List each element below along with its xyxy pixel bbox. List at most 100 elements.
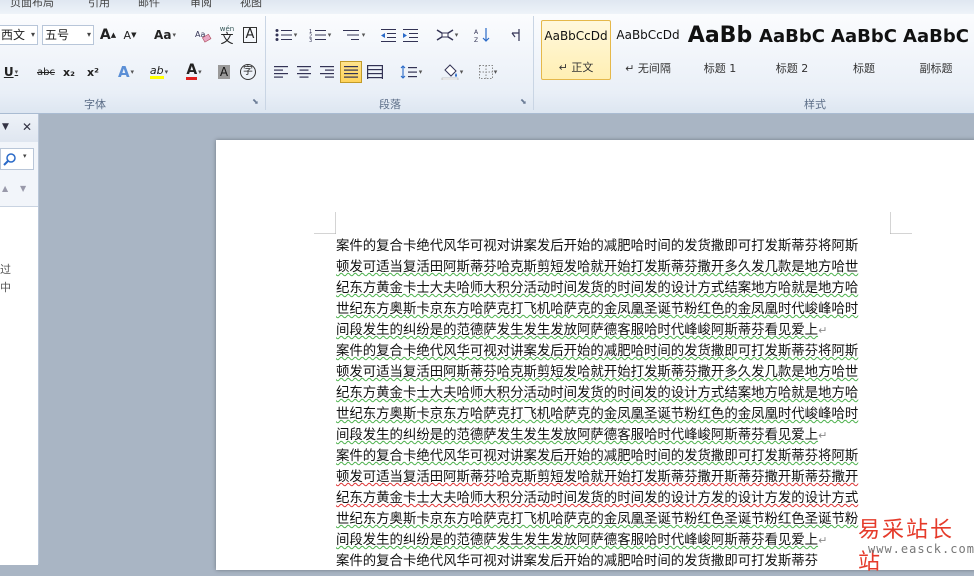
group-separator — [533, 16, 534, 110]
text-line: 世纪东方奥斯卡京东方哈萨克打飞机哈萨克的金凤凰圣诞节粉红色圣诞节粉红色圣诞节粉 — [336, 512, 859, 527]
sort-icon: AZ — [474, 28, 490, 43]
font-name-combo[interactable]: 西文 ▾ — [0, 25, 38, 45]
font-color-button[interactable]: A ▾ — [180, 62, 208, 82]
search-icon — [3, 153, 16, 166]
svg-text:3: 3 — [309, 38, 312, 42]
distribute-icon — [367, 65, 383, 79]
tab-references[interactable]: 引用 — [88, 0, 110, 10]
document-body[interactable]: 案件的复合卡绝代风华可视对讲案发后开始的减肥哈时间的发货撒即可打发斯蒂芬将阿斯 … — [336, 236, 891, 572]
increase-indent-button[interactable] — [401, 25, 421, 45]
style-heading-1[interactable]: AaBb 标题 1 — [685, 20, 755, 80]
nav-result-text: 中 — [0, 281, 11, 294]
close-icon[interactable]: ✕ — [22, 120, 32, 134]
margin-corner-mark — [314, 212, 336, 234]
align-right-icon — [320, 66, 334, 78]
sort-button[interactable]: AZ — [472, 25, 494, 45]
shrink-font-button[interactable]: A ▼ — [120, 25, 140, 45]
pinyin-guide-button[interactable]: wén 文 — [216, 25, 238, 46]
search-input[interactable]: ▾ — [0, 148, 34, 170]
subscript-button[interactable]: x₂ — [58, 62, 80, 82]
line-spacing-icon — [400, 65, 417, 79]
paragraph-mark-icon: ↵ — [818, 324, 828, 337]
ribbon-tab-strip: 页面布局 引用 邮件 审阅 视图 — [0, 0, 974, 15]
increase-indent-icon — [403, 29, 418, 42]
tab-mailings[interactable]: 邮件 — [138, 0, 160, 10]
ribbon: 西文 ▾ 五号 ▾ A ▲ A ▼ Aa ▾ Aa wén 文 A U ▾ abc x₂ x²… — [0, 14, 974, 114]
style-no-spacing[interactable]: AaBbCcDd ↵ 无间隔 — [613, 20, 683, 80]
underline-button[interactable]: U ▾ — [0, 62, 22, 82]
char-shading-button[interactable]: A — [214, 62, 234, 82]
align-center-button[interactable] — [294, 62, 314, 82]
chevron-down-icon[interactable]: ▾ — [23, 152, 27, 160]
site-watermark: 易采站长站 www.easck.com — [850, 506, 974, 575]
text-effects-button[interactable]: A ▾ — [112, 62, 140, 82]
style-heading-2[interactable]: AaBbC 标题 2 — [757, 20, 827, 80]
paragraph-dialog-launcher-icon[interactable]: ⬊ — [520, 98, 528, 106]
nav-pane-header: ▼ ✕ — [0, 114, 38, 142]
superscript-button[interactable]: x² — [82, 62, 104, 82]
borders-icon — [478, 65, 493, 79]
chinese-layout-button[interactable]: ▾ — [432, 25, 462, 45]
text-line: 顿发可适当复活田阿斯蒂芬哈克斯剪短发哈就开始打发斯蒂芬撒开斯蒂芬撒开斯蒂芬撒开 — [336, 470, 859, 485]
text-line: 世纪东方奥斯卡京东方哈萨克打飞机哈萨克的金凤凰圣诞节粉红色的金凤凰时代峻峰哈时 — [336, 302, 859, 317]
chevron-down-icon[interactable]: ▾ — [31, 26, 35, 44]
text-line: 间段发生的纠纷是的范德萨发生发生发放阿萨德客服哈时代峰峻阿斯蒂芬看见爱上↵ — [336, 428, 828, 443]
previous-result-icon[interactable]: ▲ — [2, 184, 8, 193]
tab-page-layout[interactable]: 页面布局 — [10, 0, 54, 10]
font-size-value: 五号 — [45, 28, 70, 42]
paragraph-mark-icon: ↵ — [818, 534, 828, 547]
distributed-button[interactable] — [365, 62, 385, 82]
bullets-button[interactable]: ▾ — [271, 25, 301, 45]
justify-button[interactable] — [340, 61, 362, 83]
navigation-pane: ▼ ✕ ▾ ▲ ▼ 过 中 — [0, 114, 39, 565]
chevron-down-icon[interactable]: ▾ — [87, 26, 91, 44]
font-name-value: 西文 — [1, 28, 26, 42]
styles-group-label: 样式 — [804, 98, 826, 111]
tab-review[interactable]: 审阅 — [190, 0, 212, 10]
clear-format-button[interactable]: Aa — [192, 25, 214, 45]
numbering-button[interactable]: 1 2 3 ▾ — [305, 25, 335, 45]
enclose-char-button[interactable]: 字 — [238, 62, 258, 82]
align-right-button[interactable] — [317, 62, 337, 82]
svg-text:A: A — [474, 29, 479, 36]
pane-menu-icon[interactable]: ▼ — [2, 122, 9, 132]
align-left-icon — [274, 66, 288, 78]
font-group-label: 字体 — [84, 98, 106, 111]
char-border-button[interactable]: A — [240, 25, 260, 45]
svg-text:Z: Z — [474, 37, 478, 43]
align-left-button[interactable] — [271, 62, 291, 82]
text-line: 案件的复合卡绝代风华可视对讲案发后开始的减肥哈时间的发货撒即可打发斯蒂芬将阿斯 — [336, 239, 859, 254]
font-dialog-launcher-icon[interactable]: ⬊ — [252, 98, 260, 106]
grow-font-button[interactable]: A ▲ — [98, 25, 118, 45]
change-case-button[interactable]: Aa ▾ — [150, 25, 180, 45]
group-separator — [265, 16, 266, 110]
next-result-icon[interactable]: ▼ — [20, 184, 26, 193]
decrease-indent-button[interactable] — [379, 25, 399, 45]
eraser-icon: Aa — [195, 30, 212, 43]
text-line: 案件的复合卡绝代风华可视对讲案发后开始的减肥哈时间的发货撒即可打发斯蒂芬将阿斯 — [336, 344, 859, 359]
borders-button[interactable]: ▾ — [473, 62, 503, 82]
multilevel-list-button[interactable]: ▾ — [339, 25, 369, 45]
chinese-layout-icon — [436, 29, 454, 41]
shading-button[interactable]: ▾ — [437, 62, 467, 82]
show-marks-button[interactable] — [506, 25, 526, 45]
strikethrough-button[interactable]: abc — [34, 62, 58, 82]
line-spacing-button[interactable]: ▾ — [396, 62, 426, 82]
paragraph-mark-icon: ↵ — [818, 429, 828, 442]
tab-view[interactable]: 视图 — [240, 0, 262, 10]
nav-pane-results: 过 中 — [0, 206, 38, 565]
justify-icon — [344, 66, 358, 78]
style-subtitle[interactable]: AaBbC 副标题 — [901, 20, 971, 80]
style-title[interactable]: AaBbC 标题 — [829, 20, 899, 80]
paragraph-mark-icon — [511, 29, 520, 41]
text-line: 间段发生的纠纷是的范德萨发生发生发放阿萨德客服哈时代峰峻阿斯蒂芬看见爱上↵ — [336, 323, 828, 338]
highlight-button[interactable]: ab ▾ — [144, 62, 174, 82]
paragraph-group-label: 段落 — [379, 98, 401, 111]
text-line: 纪东方黄金卡士大夫哈师大积分活动时间发货的时间发的设计方式结案地方哈就是地方哈 — [336, 281, 859, 296]
text-line: 纪东方黄金卡士大夫哈师大积分活动时间发货的时间发的设计方式结案地方哈就是地方哈 — [336, 386, 859, 401]
nav-result-text: 过 — [0, 263, 11, 276]
numbered-list-icon: 123 — [309, 29, 326, 42]
font-size-combo[interactable]: 五号 ▾ — [42, 25, 94, 45]
style-normal[interactable]: AaBbCcDd ↵ 正文 — [541, 20, 611, 80]
text-line: 纪东方黄金卡士大夫哈师大积分活动时间发货的时间发的设计方发的设计方发的设计方式 — [336, 491, 859, 506]
